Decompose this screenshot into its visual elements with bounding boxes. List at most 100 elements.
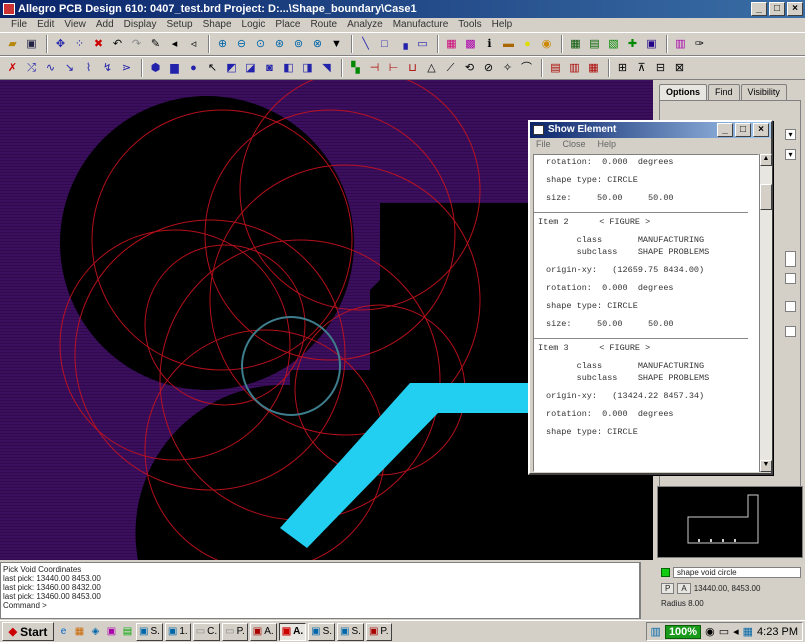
redo-icon[interactable]: ↷ [128, 36, 145, 53]
artwork-icon[interactable]: ▦ [585, 60, 602, 77]
taskbar-item[interactable]: ▭ P. [222, 622, 248, 641]
tray-volume-icon[interactable]: ◂ [733, 625, 739, 638]
dimension-icon[interactable]: ▚ [347, 60, 364, 77]
edit-boundary-icon[interactable]: ◧ [280, 60, 297, 77]
maximize-button[interactable]: □ [769, 2, 785, 16]
add-line-icon[interactable]: ╲ [357, 36, 374, 53]
place-icon[interactable]: ⊞ [614, 60, 631, 77]
fillet-icon[interactable]: ⊢ [385, 60, 402, 77]
vertex-icon[interactable]: ⌇ [80, 60, 97, 77]
p-button[interactable]: P [661, 583, 675, 594]
zoom-previous-icon[interactable]: ⊚ [290, 36, 307, 53]
dropdown-arrow-icon[interactable]: ▾ [785, 149, 796, 160]
move-icon[interactable]: ✥ [52, 36, 69, 53]
start-button[interactable]: ◆ Start [2, 622, 54, 641]
menu-display[interactable]: Display [119, 18, 162, 32]
option-field[interactable] [785, 326, 796, 337]
spin-field[interactable] [785, 251, 796, 267]
console-scrollbar[interactable] [640, 562, 654, 619]
dialog-maximize-button[interactable]: □ [735, 123, 751, 137]
rename-icon[interactable]: ⊟ [652, 60, 669, 77]
dialog-menu-help[interactable]: Help [598, 138, 617, 151]
command-prompt[interactable]: Command > [3, 601, 637, 610]
add-rect-icon[interactable]: □ [376, 36, 393, 53]
chamfer-icon[interactable]: ⊣ [366, 60, 383, 77]
chain-icon[interactable]: ⌒ [518, 60, 535, 77]
visibility-icon[interactable]: ▩ [462, 36, 479, 53]
dialog-scrollbar[interactable]: ▲ ▼ [759, 154, 772, 472]
delete-icon[interactable]: ✖ [90, 36, 107, 53]
zoom-level-badge[interactable]: 100% [664, 624, 702, 639]
color-icon[interactable]: ▦ [443, 36, 460, 53]
void-rect-icon[interactable]: ◪ [242, 60, 259, 77]
spread-icon[interactable]: ↯ [99, 60, 116, 77]
global-params-icon[interactable]: ◥ [318, 60, 335, 77]
script-icon[interactable]: ✑ [691, 36, 708, 53]
menu-edit[interactable]: Edit [32, 18, 59, 32]
taskbar-item[interactable]: ▭ C. [192, 622, 221, 641]
connect-icon[interactable]: ✗ [4, 60, 21, 77]
tab-visibility[interactable]: Visibility [740, 84, 787, 100]
diameter-icon[interactable]: ⊘ [480, 60, 497, 77]
lead-icon[interactable]: ⟋ [442, 60, 459, 77]
undo-icon[interactable]: ↶ [109, 36, 126, 53]
menu-manufacture[interactable]: Manufacture [388, 18, 454, 32]
slide-icon[interactable]: ⤮ [23, 60, 40, 77]
merge-shapes-icon[interactable]: ◨ [299, 60, 316, 77]
tab-find[interactable]: Find [708, 84, 740, 100]
dehighlight-icon[interactable]: ◉ [538, 36, 555, 53]
menu-route[interactable]: Route [305, 18, 342, 32]
menu-file[interactable]: File [6, 18, 32, 32]
menu-tools[interactable]: Tools [453, 18, 486, 32]
scroll-thumb[interactable] [760, 184, 772, 210]
command-console[interactable]: Pick Void Coordinates last pick: 13440.0… [0, 562, 640, 619]
3d-view-icon[interactable]: ▼ [328, 36, 345, 53]
info-icon[interactable]: ℹ [481, 36, 498, 53]
taskbar-item[interactable]: ▣ S. [136, 622, 163, 641]
menu-help[interactable]: Help [487, 18, 518, 32]
dropdown-arrow-icon[interactable]: ▾ [785, 129, 796, 140]
add-frect-icon[interactable]: ▗ [395, 36, 412, 53]
zoom-out-icon[interactable]: ⊖ [233, 36, 250, 53]
tray-app-icon[interactable]: ▦ [743, 625, 753, 638]
swap-icon[interactable]: ⊼ [633, 60, 650, 77]
tab-options[interactable]: Options [659, 84, 707, 100]
oops-icon[interactable]: ◃ [185, 36, 202, 53]
layers-icon[interactable]: ▤ [586, 36, 603, 53]
shape-rect-icon[interactable]: ▆ [166, 60, 183, 77]
taskbar-item[interactable]: ▣ S. [337, 622, 364, 641]
delay-tune-icon[interactable]: ∿ [42, 60, 59, 77]
menu-shape[interactable]: Shape [198, 18, 237, 32]
custom-smooth-icon[interactable]: ↘ [61, 60, 78, 77]
done-icon[interactable]: ◂ [166, 36, 183, 53]
drc-icon[interactable]: ✚ [624, 36, 641, 53]
grid-icon[interactable]: ▦ [567, 36, 584, 53]
taskbar-item[interactable]: ▣ 1. [164, 622, 191, 641]
close-button[interactable]: × [787, 2, 803, 16]
constraint-icon[interactable]: ▧ [605, 36, 622, 53]
quicklaunch-app-icon[interactable]: ◈ [89, 625, 102, 638]
signal-icon[interactable]: ▣ [643, 36, 660, 53]
quicklaunch-app-icon[interactable]: ▣ [105, 625, 118, 638]
redraw-icon[interactable]: ⊗ [309, 36, 326, 53]
drill-legend-icon[interactable]: ▤ [547, 60, 564, 77]
open-icon[interactable]: ▰ [4, 36, 21, 53]
zoom-fit-icon[interactable]: ⊙ [252, 36, 269, 53]
reports-icon[interactable]: ▥ [672, 36, 689, 53]
zoom-in-icon[interactable]: ⊕ [214, 36, 231, 53]
bracket-icon[interactable]: ⊔ [404, 60, 421, 77]
export-icon[interactable]: ⊠ [671, 60, 688, 77]
datum-icon[interactable]: ✧ [499, 60, 516, 77]
menu-add[interactable]: Add [91, 18, 119, 32]
zoom-window-icon[interactable]: ⊛ [271, 36, 288, 53]
quicklaunch-desktop-icon[interactable]: ▦ [73, 625, 86, 638]
scroll-down-icon[interactable]: ▼ [760, 460, 772, 472]
a-button[interactable]: A [677, 583, 691, 594]
world-view[interactable] [657, 486, 803, 558]
measure-icon[interactable]: ▬ [500, 36, 517, 53]
pick-icon[interactable]: ✎ [147, 36, 164, 53]
tray-printer-icon[interactable]: ▭ [719, 625, 729, 638]
save-icon[interactable]: ▣ [23, 36, 40, 53]
menu-analyze[interactable]: Analyze [342, 18, 388, 32]
quicklaunch-app-icon[interactable]: ▤ [121, 625, 134, 638]
